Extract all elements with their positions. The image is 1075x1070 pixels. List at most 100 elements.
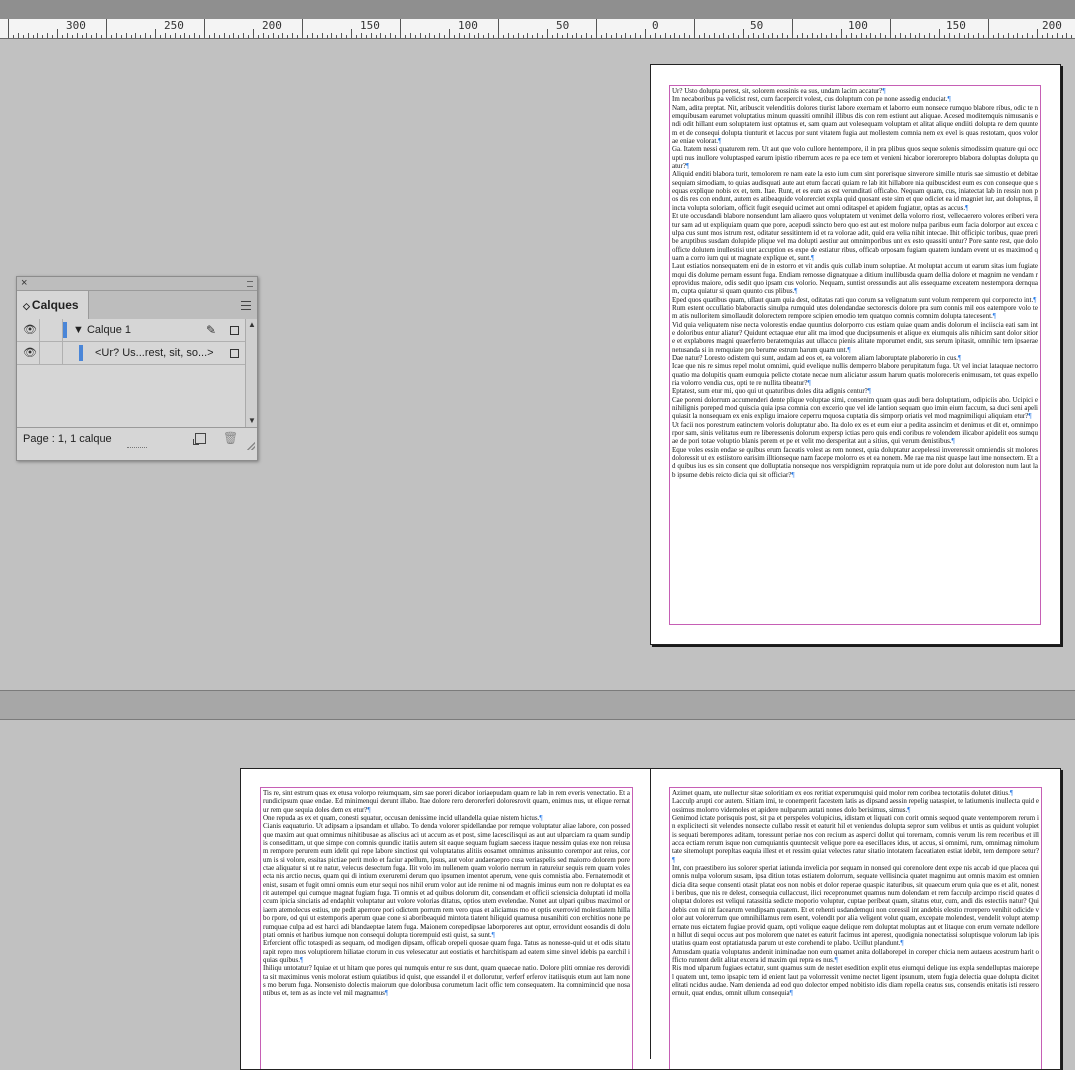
pilcrow-icon: ¶	[907, 805, 911, 814]
page-1[interactable]: Ur? Usto dolupta perest, sit, solorem eo…	[650, 64, 1061, 645]
ruler-tick	[155, 29, 156, 38]
pilcrow-icon: ¶	[992, 312, 996, 321]
tab-calques[interactable]: ◇ Calques	[17, 291, 89, 319]
horizontal-ruler[interactable]: 300 250 200 150 100 50 0 50 100 150 200	[0, 19, 1075, 39]
panel-scrollbar[interactable]: ▲ ▼	[245, 319, 257, 427]
ruler-tick	[145, 33, 147, 38]
layer-name[interactable]: ▼ Calque 1	[73, 319, 131, 341]
eye-icon[interactable]: 👁	[23, 346, 37, 360]
ruler-tick	[855, 35, 857, 38]
pilcrow-icon: ¶	[847, 345, 851, 354]
ruler-tick	[630, 35, 632, 38]
lock-toggle[interactable]	[39, 342, 63, 364]
resize-handle-icon[interactable]	[247, 442, 255, 450]
ruler-tick	[42, 35, 44, 38]
paragraph: Cae poreni dolorrum accumenderi dente pl…	[672, 395, 1038, 421]
ruler-tick	[654, 33, 656, 38]
ruler-tick	[468, 33, 470, 38]
ruler-tick	[596, 19, 597, 38]
ruler-tick	[106, 19, 107, 38]
ruler-tick	[782, 33, 784, 38]
ruler-tick	[194, 33, 196, 38]
ruler-tick	[610, 35, 612, 38]
ruler-tick	[713, 33, 715, 38]
ruler-tick	[512, 35, 514, 38]
ruler-tick	[86, 33, 88, 38]
scroll-up-icon[interactable]: ▲	[248, 321, 256, 329]
ruler-tick	[125, 33, 127, 38]
ruler-tick	[1002, 35, 1004, 38]
ruler-tick	[204, 19, 205, 38]
text-frame-right[interactable]: Azimet quam, ute nullectur sitae solorit…	[669, 787, 1042, 1069]
ruler-tick	[488, 33, 490, 38]
ruler-tick	[1027, 33, 1029, 38]
text-frame-left[interactable]: Tis re, sint estrum quas ex etusa volorp…	[260, 787, 633, 1069]
eye-icon[interactable]: 👁	[23, 323, 37, 337]
ruler-tick	[47, 33, 49, 38]
selection-square-icon[interactable]	[230, 326, 239, 335]
object-name[interactable]: <Ur? Us...rest, sit, so...>	[95, 342, 214, 364]
tab-arrows-icon: ◇	[23, 301, 30, 311]
trash-icon[interactable]: 🗑	[223, 431, 238, 445]
ruler-tick	[934, 35, 936, 38]
ruler-tick	[22, 35, 24, 38]
panel-grip-icon[interactable]	[127, 447, 147, 451]
pilcrow-icon: ¶	[1009, 789, 1014, 797]
ruler-tick	[948, 33, 950, 38]
pilcrow-icon: ¶	[686, 162, 690, 171]
ruler-tick	[238, 35, 240, 38]
text-frame[interactable]: Ur? Usto dolupta perest, sit, solorem eo…	[669, 85, 1041, 625]
close-icon[interactable]: ×	[21, 277, 27, 290]
ruler-tick	[336, 35, 338, 38]
paragraph: Genimod ictate porisquis post, sit pa et…	[672, 814, 1039, 864]
ruler-tick	[801, 33, 803, 38]
ruler-tick	[321, 33, 323, 38]
ruler-tick	[164, 33, 166, 38]
ruler-tick	[708, 35, 710, 38]
ruler-tick	[302, 19, 303, 38]
ruler-tick	[1071, 35, 1073, 38]
collapse-grip-icon[interactable]	[247, 281, 253, 287]
ruler-tick	[498, 19, 499, 38]
ruler-tick	[316, 35, 318, 38]
ruler-tick	[978, 33, 980, 38]
ruler-tick	[865, 35, 867, 38]
ruler-tick	[659, 35, 661, 38]
ruler-tick	[311, 33, 313, 38]
layer-row[interactable]: 👁 ▼ Calque 1 ✎	[17, 319, 246, 342]
ruler-tick	[625, 33, 627, 38]
new-layer-icon[interactable]	[193, 433, 206, 445]
ruler-tick	[640, 35, 642, 38]
lock-toggle[interactable]	[39, 319, 63, 341]
panel-titlebar[interactable]: ×	[17, 277, 257, 291]
pilcrow-icon: ¶	[384, 989, 389, 998]
layers-panel[interactable]: × ◇ Calques 👁 ▼ Calque 1 ✎ 👁 <Ur? Us...re…	[16, 276, 258, 461]
selection-square-icon[interactable]	[230, 349, 239, 358]
disclosure-triangle-icon[interactable]: ▼	[73, 324, 84, 336]
ruler-tick	[551, 35, 553, 38]
ruler-tick	[591, 35, 593, 38]
ruler-tick	[664, 33, 666, 38]
ruler-tick	[66, 33, 68, 38]
ruler-tick	[395, 35, 397, 38]
layers-list: 👁 ▼ Calque 1 ✎ 👁 <Ur? Us...rest, sit, so…	[17, 319, 246, 427]
ruler-tick	[71, 35, 73, 38]
ruler-tick	[914, 35, 916, 38]
ruler-tick	[728, 35, 730, 38]
ruler-tick	[419, 33, 421, 38]
paragraph: Nam, adita preptat. Nit, aribuscit velen…	[672, 103, 1038, 146]
ruler-tick	[61, 35, 63, 38]
ruler-tick	[669, 35, 671, 38]
ruler-tick	[743, 29, 744, 38]
layer-object-row[interactable]: 👁 <Ur? Us...rest, sit, so...>	[17, 342, 246, 365]
paragraph: Ur? Usto dolupta perest, sit, solorem eo…	[672, 87, 886, 95]
panel-menu-icon[interactable]	[241, 301, 251, 310]
ruler-tick	[1056, 33, 1058, 38]
ruler-tick	[449, 29, 450, 38]
paragraph: Dae natur? Loresto odistem qui sunt, aud…	[672, 354, 962, 362]
scroll-down-icon[interactable]: ▼	[248, 417, 256, 425]
ruler-tick	[542, 35, 544, 38]
ruler-tick	[752, 33, 754, 38]
ruler-tick	[860, 33, 862, 38]
paragraph: Int, con praestibero ius solorer speriat…	[672, 864, 1039, 948]
